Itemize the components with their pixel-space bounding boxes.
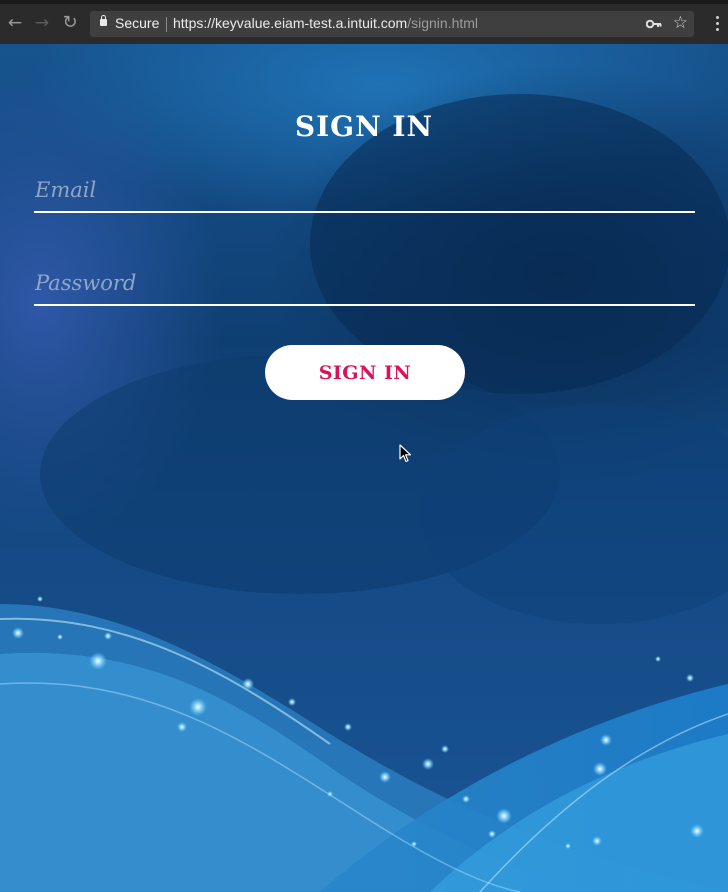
url-text[interactable]: https://keyvalue.eiam-test.a.intuit.com/… (173, 15, 478, 31)
menu-icon[interactable] (716, 16, 720, 34)
star-icon[interactable]: ☆ (673, 13, 688, 33)
forward-arrow-icon[interactable]: → (31, 12, 53, 34)
signin-page: SIGN IN SIGN IN (0, 44, 728, 892)
signin-title: SIGN IN (294, 110, 434, 143)
signin-button[interactable]: SIGN IN (265, 345, 465, 400)
email-field[interactable] (34, 169, 695, 213)
address-separator (166, 17, 167, 32)
url-path: /signin.html (407, 15, 479, 31)
browser-toolbar: ← → ↻ Secure https://keyvalue.eiam-test.… (0, 0, 728, 44)
back-arrow-icon[interactable]: ← (4, 12, 26, 34)
url-host: https://keyvalue.eiam-test.a.intuit.com (173, 15, 408, 31)
address-bar[interactable]: Secure https://keyvalue.eiam-test.a.intu… (90, 11, 694, 37)
secure-label: Secure (115, 15, 160, 31)
reload-icon[interactable]: ↻ (59, 12, 81, 34)
key-icon[interactable] (646, 17, 662, 31)
lock-icon (100, 15, 107, 26)
password-field[interactable] (34, 262, 695, 306)
mouse-cursor-icon (399, 444, 412, 463)
